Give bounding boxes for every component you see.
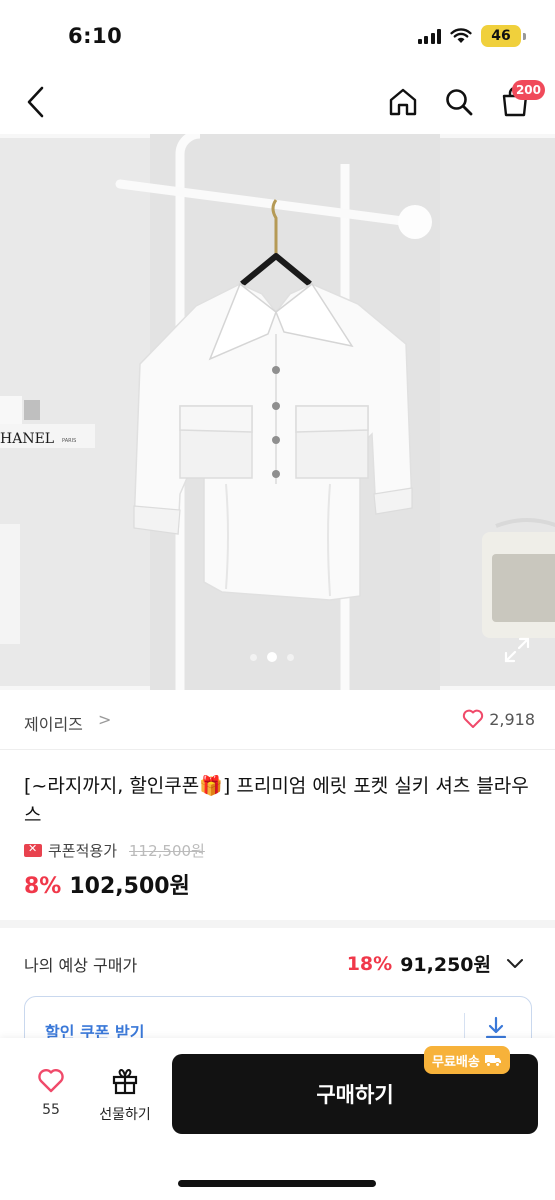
carousel-pagination — [250, 652, 294, 662]
chevron-right-icon: > — [98, 710, 112, 729]
back-button[interactable] — [18, 82, 54, 122]
coupon-price-label: 쿠폰적용가 — [48, 842, 118, 860]
like-count: 2,918 — [489, 709, 535, 729]
nav-actions: 200 — [383, 80, 545, 122]
expected-price: 91,250원 — [400, 954, 491, 976]
home-button[interactable] — [383, 82, 423, 122]
price-row: 8% 102,500원 — [24, 868, 190, 900]
heart-icon — [38, 1069, 64, 1093]
product-photo: HANEL PARIS — [0, 134, 555, 690]
svg-text:PARIS: PARIS — [62, 438, 76, 444]
expected-price-label: 나의 예상 구매가 — [24, 956, 138, 975]
nav-bar: 200 — [0, 72, 555, 134]
gift-button[interactable]: 선물하기 — [90, 1066, 160, 1124]
home-icon — [389, 88, 417, 116]
chevron-down-icon — [507, 958, 523, 968]
section-divider — [0, 920, 555, 928]
gift-label: 선물하기 — [99, 1107, 151, 1123]
pagination-dot — [250, 653, 257, 661]
chevron-left-icon — [27, 86, 44, 118]
battery-icon: 46 — [481, 25, 526, 47]
free-shipping-badge: 무료배송 — [424, 1046, 510, 1074]
original-price: 112,500원 — [129, 842, 205, 860]
discount-rate: 8% — [24, 874, 62, 899]
pagination-dot-active — [267, 652, 277, 662]
pagination-dot — [287, 653, 294, 661]
expected-discount-rate: 18% — [346, 952, 393, 975]
cart-button[interactable]: 200 — [495, 80, 545, 122]
search-button[interactable] — [439, 82, 479, 122]
heart-icon — [463, 709, 484, 728]
product-title: [~라지까지, 할인쿠폰🎁] 프리미엄 에릿 포켓 실키 셔츠 블라우스 — [24, 775, 529, 826]
coupon-icon — [24, 842, 42, 857]
seller-name-link[interactable]: 제이리즈 — [24, 711, 83, 735]
home-indicator — [178, 1180, 376, 1187]
gift-icon — [112, 1068, 138, 1095]
search-icon — [446, 89, 473, 116]
coupon-price-row: 쿠폰적용가 112,500원 — [24, 840, 205, 861]
expand-icon — [504, 637, 530, 663]
sale-price: 102,500원 — [69, 874, 190, 899]
product-image-carousel[interactable]: HANEL PARIS — [0, 134, 555, 690]
status-bar: 6:10 46 — [0, 0, 555, 72]
svg-text:HANEL: HANEL — [0, 431, 54, 447]
wifi-icon — [450, 28, 472, 43]
signal-icon — [417, 28, 441, 44]
truck-icon — [484, 1055, 501, 1067]
status-time: 6:10 — [68, 24, 123, 48]
like-button[interactable]: 2,918 — [462, 709, 535, 729]
expected-price-value: 18% 91,250원 — [347, 950, 525, 977]
wishlist-button[interactable]: 55 — [26, 1068, 76, 1118]
seller-row: 제이리즈 > 2,918 — [0, 690, 555, 750]
expected-price-row[interactable]: 나의 예상 구매가 18% 91,250원 — [0, 946, 555, 980]
wishlist-count: 55 — [42, 1102, 60, 1118]
free-shipping-label: 무료배송 — [432, 1054, 480, 1070]
cart-count-badge: 200 — [511, 80, 545, 100]
fullscreen-button[interactable] — [503, 636, 531, 664]
bottom-action-bar: 55 선물하기 구매하기 무료배송 — [0, 1038, 555, 1200]
status-indicators: 46 — [417, 25, 526, 47]
